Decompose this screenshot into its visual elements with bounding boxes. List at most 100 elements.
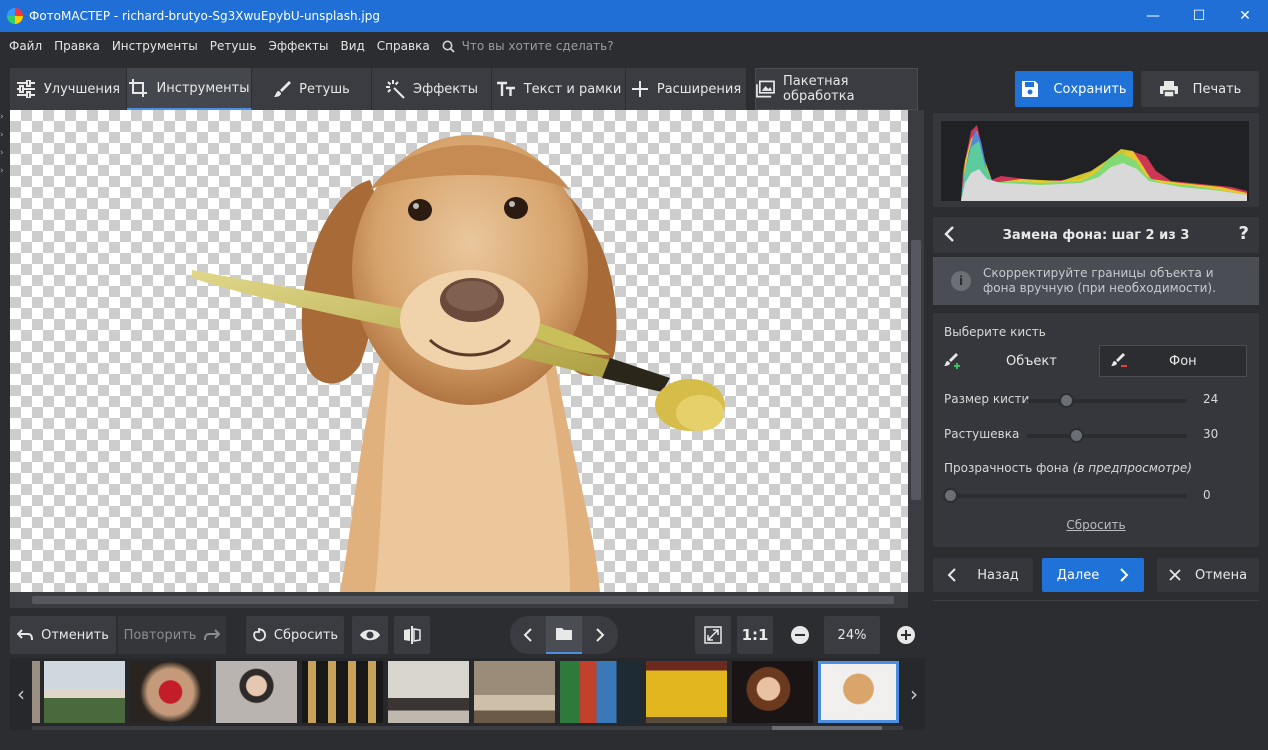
slider-knob[interactable] <box>1059 393 1074 408</box>
main-tabs: Улучшения Инструменты Ретушь Эффекты Тек… <box>10 68 918 110</box>
back-chevron-icon[interactable] <box>943 225 955 243</box>
close-icon <box>1169 569 1181 581</box>
preview-toggle-button[interactable] <box>352 616 388 654</box>
photo-thumbnail[interactable] <box>44 661 125 723</box>
scrollbar-thumb[interactable] <box>911 240 921 500</box>
redo-button[interactable]: Повторить <box>118 616 226 654</box>
bg-opacity-value: 0 <box>1203 488 1211 502</box>
photo-thumbnail[interactable] <box>560 661 641 723</box>
tab-retouch[interactable]: Ретушь <box>252 68 372 110</box>
chevron-right-icon[interactable]: › <box>0 112 8 130</box>
tab-extensions[interactable]: Расширения <box>626 68 747 110</box>
reset-button[interactable]: Сбросить <box>246 616 344 654</box>
chevron-right-icon[interactable]: › <box>0 166 8 184</box>
open-folder-button[interactable] <box>546 616 582 654</box>
filmstrip-prev-button[interactable]: ‹ <box>10 658 32 730</box>
feather-slider[interactable] <box>1027 428 1187 443</box>
filmstrip-next-button[interactable]: › <box>903 658 925 730</box>
photo-thumbnail[interactable] <box>130 661 211 723</box>
images-icon <box>756 80 775 98</box>
crop-icon <box>129 79 148 97</box>
actual-size-button[interactable]: 1:1 <box>737 616 773 654</box>
title-bar: ФотоМАСТЕР - richard-brutyo-Sg3XwuEpybU-… <box>0 0 1268 32</box>
back-button[interactable]: Назад <box>933 558 1033 592</box>
fit-screen-button[interactable] <box>695 616 731 654</box>
scrollbar-thumb[interactable] <box>772 726 882 730</box>
chevron-right-icon <box>596 628 605 642</box>
chevron-right-icon[interactable]: › <box>0 130 8 148</box>
photo-canvas[interactable] <box>10 110 908 592</box>
tab-enhance-label: Улучшения <box>43 81 121 97</box>
zoom-level[interactable]: 24% <box>824 616 880 654</box>
printer-icon <box>1159 81 1178 98</box>
tab-text-frames[interactable]: Текст и рамки <box>492 68 626 110</box>
minimize-button[interactable]: — <box>1130 0 1176 32</box>
menu-edit[interactable]: Правка <box>48 39 106 53</box>
close-button[interactable]: ✕ <box>1222 0 1268 32</box>
scrollbar-thumb[interactable] <box>32 596 894 604</box>
menu-effects[interactable]: Эффекты <box>262 39 334 53</box>
brush-background-button[interactable]: Фон <box>1099 345 1247 377</box>
slider-knob[interactable] <box>943 488 958 503</box>
redo-icon <box>204 629 221 641</box>
bg-opacity-label-text: Прозрачность фона <box>944 461 1069 475</box>
photo-thumbnail[interactable] <box>646 661 727 723</box>
compare-button[interactable] <box>394 616 430 654</box>
maximize-button[interactable]: ☐ <box>1176 0 1222 32</box>
text-icon <box>496 81 515 96</box>
step-title: Замена фона: шаг 2 из 3 <box>1002 227 1190 243</box>
chevron-left-icon <box>947 568 956 582</box>
canvas-vertical-scrollbar[interactable] <box>908 110 924 592</box>
minus-circle-icon <box>791 626 809 644</box>
info-box: i Скорректируйте границы объекта и фона … <box>933 257 1259 305</box>
dog-photo-cutout[interactable] <box>10 110 908 592</box>
tab-tools[interactable]: Инструменты <box>127 68 252 110</box>
photo-thumbnail[interactable] <box>474 661 555 723</box>
zoom-out-button[interactable] <box>782 616 818 654</box>
chevron-right-icon[interactable]: › <box>0 148 8 166</box>
zoom-in-button[interactable] <box>888 616 924 654</box>
cancel-button[interactable]: Отмена <box>1157 558 1259 592</box>
sparkle-icon <box>386 80 405 99</box>
search-icon <box>442 40 455 53</box>
print-label: Печать <box>1192 81 1242 97</box>
menu-help[interactable]: Справка <box>371 39 436 53</box>
tab-enhance[interactable]: Улучшения <box>10 68 127 110</box>
bg-opacity-slider[interactable] <box>943 488 1187 503</box>
next-button[interactable]: Далее <box>1042 558 1144 592</box>
filmstrip-scrollbar[interactable] <box>32 726 903 730</box>
batch-processing-label: Пакетная обработка <box>782 74 855 104</box>
slider-knob[interactable] <box>1069 428 1084 443</box>
photo-thumbnail[interactable] <box>732 661 813 723</box>
brush-size-slider[interactable] <box>1027 393 1187 408</box>
photo-thumbnail[interactable] <box>302 661 383 723</box>
photo-thumbnail[interactable] <box>388 661 469 723</box>
side-panel-toggles[interactable]: › › › › <box>0 112 8 184</box>
menu-tools[interactable]: Инструменты <box>106 39 204 53</box>
save-button[interactable]: Сохранить <box>1015 71 1133 107</box>
folder-icon <box>556 628 572 640</box>
brush-background-label: Фон <box>1169 353 1197 369</box>
redo-label: Повторить <box>123 627 197 643</box>
next-label: Далее <box>1056 567 1100 583</box>
menu-file[interactable]: Файл <box>3 39 48 53</box>
next-photo-button[interactable] <box>582 616 618 654</box>
command-search[interactable]: Что вы хотите сделать? <box>442 39 614 53</box>
previous-photo-button[interactable] <box>510 616 546 654</box>
photo-thumbnail[interactable] <box>216 661 297 723</box>
batch-processing-button[interactable]: Пакетная обработка <box>755 68 918 110</box>
menu-retouch[interactable]: Ретушь <box>204 39 263 53</box>
help-button[interactable]: ? <box>1239 223 1249 244</box>
canvas-horizontal-scrollbar[interactable] <box>10 592 908 608</box>
menu-view[interactable]: Вид <box>334 39 370 53</box>
sliders-icon <box>16 80 35 98</box>
photo-thumbnail-selected[interactable] <box>818 661 899 723</box>
brush-object-button[interactable]: Объект <box>944 345 1094 377</box>
photo-thumbnail[interactable] <box>32 661 40 723</box>
bottom-toolbar: Отменить Повторить Сбросить 1:1 24% <box>10 616 925 654</box>
reset-brush-link[interactable]: Сбросить <box>933 518 1259 532</box>
print-button[interactable]: Печать <box>1141 71 1259 107</box>
tab-effects[interactable]: Эффекты <box>372 68 492 110</box>
undo-button[interactable]: Отменить <box>10 616 116 654</box>
cancel-label: Отмена <box>1194 567 1248 583</box>
